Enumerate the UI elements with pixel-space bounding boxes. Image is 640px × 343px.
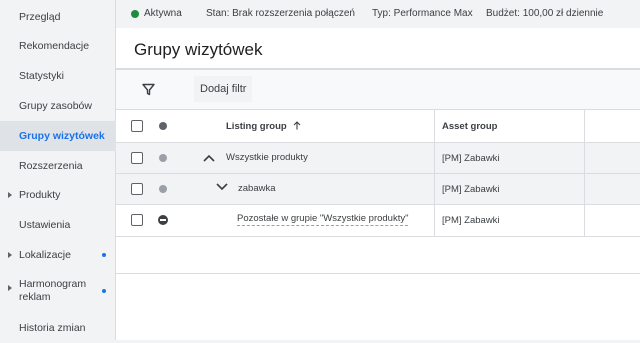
filter-bar: Dodaj filtr (116, 70, 640, 110)
filter-icon[interactable] (142, 83, 155, 101)
column-divider (584, 205, 585, 236)
sort-ascending-icon (293, 121, 301, 130)
row-checkbox[interactable] (131, 214, 143, 226)
sidebar-item-produkty[interactable]: Produkty (0, 180, 116, 210)
select-all-checkbox[interactable] (131, 120, 143, 132)
asset-group-name: [PM] Zabawki (442, 215, 500, 226)
table-row: Wszystkie produkty [PM] Zabawki (116, 143, 640, 174)
notification-dot (102, 289, 106, 293)
sidebar-item-label: Historia zmian (19, 321, 86, 334)
sidebar-item-label: Grupy zasobów (19, 99, 92, 112)
expand-arrow-icon (8, 285, 12, 291)
sidebar-item-lokalizacje[interactable]: Lokalizacje (0, 240, 116, 270)
listing-group-name[interactable]: zabawka (238, 183, 276, 194)
sidebar-item-label: Grupy wizytówek (19, 129, 105, 142)
page-title: Grupy wizytówek (134, 40, 263, 59)
listing-group-name[interactable]: Wszystkie produkty (226, 152, 308, 163)
sidebar-item-ustawienia[interactable]: Ustawienia (0, 210, 116, 240)
row-checkbox[interactable] (131, 183, 143, 195)
expand-arrow-icon (8, 252, 12, 258)
main-panel: Grupy wizytówek Dodaj filtr Listing grou… (116, 28, 640, 340)
status-label[interactable]: Aktywna (144, 8, 182, 19)
column-divider (434, 143, 435, 173)
add-filter-button[interactable]: Dodaj filtr (194, 76, 253, 102)
row-checkbox[interactable] (131, 152, 143, 164)
sidebar-item-rozszerzenia[interactable]: Rozszerzenia (0, 151, 116, 181)
sidebar-item-rekomendacje[interactable]: Rekomendacje (0, 31, 116, 61)
sidebar-item-historia-zmian[interactable]: Historia zmian (0, 313, 116, 343)
sidebar-item-label: Ustawienia (19, 218, 71, 231)
column-divider (584, 110, 585, 142)
expand-arrow-icon (8, 192, 12, 198)
sidebar-item-label: Rekomendacje (19, 39, 90, 52)
excluded-status-icon (158, 215, 168, 225)
asset-group-name: [PM] Zabawki (442, 153, 500, 164)
column-divider (584, 143, 585, 173)
sidebar: Przegląd Rekomendacje Statystyki Grupy z… (0, 0, 116, 340)
sidebar-item-harmonogram-reklam[interactable]: Harmonogram reklam (0, 272, 116, 310)
state-label[interactable]: Stan: Brak rozszerzenia połączeń (206, 8, 355, 19)
column-header-listing-group[interactable]: Listing group (226, 121, 301, 132)
chevron-down-icon[interactable] (216, 183, 228, 191)
row-status-icon (159, 185, 167, 193)
chevron-up-icon[interactable] (203, 154, 215, 162)
table-row: zabawka [PM] Zabawki (116, 174, 640, 205)
sidebar-item-label: Przegląd (19, 10, 61, 23)
budget-label[interactable]: Budżet: 100,00 zł dziennie (486, 8, 603, 19)
sidebar-item-statystyki[interactable]: Statystyki (0, 61, 116, 91)
sidebar-item-grupy-wizytowek[interactable]: Grupy wizytówek (0, 121, 116, 151)
listing-group-name[interactable]: Pozostałe w grupie "Wszystkie produkty" (237, 213, 409, 226)
column-divider (434, 205, 435, 236)
asset-group-name: [PM] Zabawki (442, 184, 500, 195)
sidebar-item-label: Rozszerzenia (19, 159, 83, 172)
row-status-icon (159, 154, 167, 162)
campaign-type-label[interactable]: Typ: Performance Max (372, 8, 473, 19)
sidebar-item-label: Lokalizacje (19, 248, 71, 261)
sidebar-item-grupy-zasobow[interactable]: Grupy zasobów (0, 91, 116, 121)
column-divider (434, 174, 435, 204)
column-header-asset-group[interactable]: Asset group (442, 121, 497, 132)
sidebar-item-przeglad[interactable]: Przegląd (0, 2, 116, 32)
status-active-dot (131, 10, 139, 18)
table-row: Pozostałe w grupie "Wszystkie produkty" … (116, 205, 640, 237)
table-header-row: Listing group Asset group (116, 110, 640, 143)
sidebar-item-label: Statystyki (19, 69, 64, 82)
campaign-status-bar: Aktywna Stan: Brak rozszerzenia połączeń… (116, 0, 640, 28)
column-divider (584, 174, 585, 204)
column-divider (434, 110, 435, 142)
status-column-icon (159, 122, 167, 130)
sidebar-item-label: Produkty (19, 188, 61, 201)
notification-dot (102, 253, 106, 257)
table-footer (116, 238, 640, 274)
sidebar-item-label: Harmonogram reklam (19, 278, 87, 303)
